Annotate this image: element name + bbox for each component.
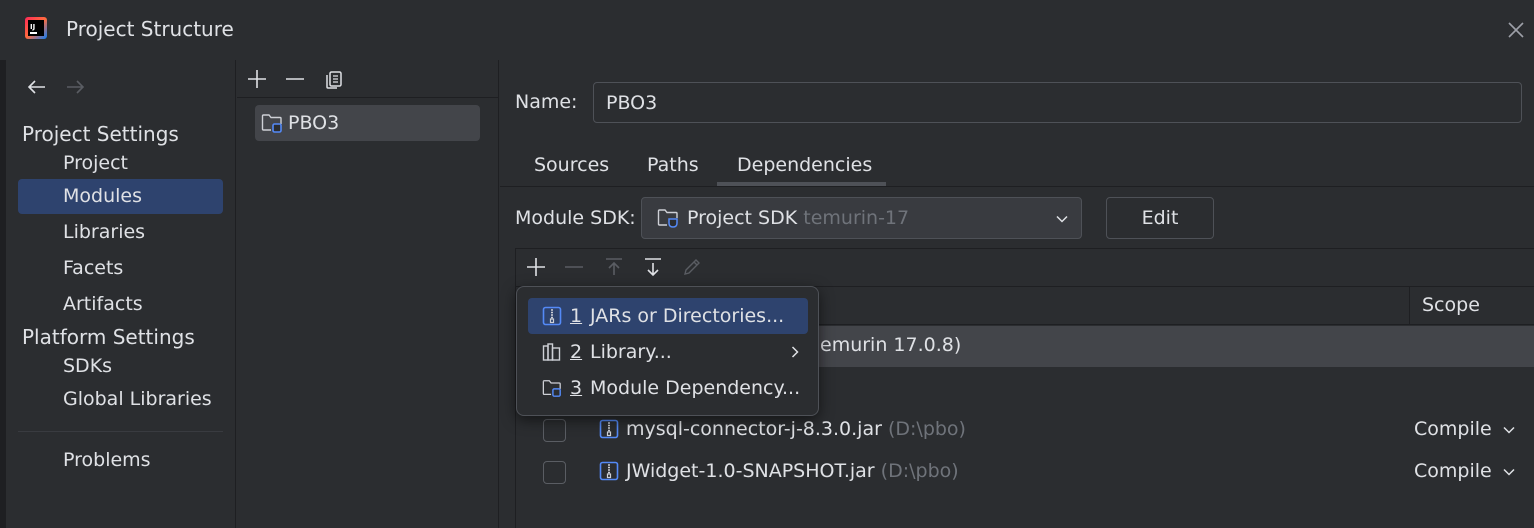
intellij-logo-icon: IJ — [25, 17, 47, 39]
module-list-toolbar — [237, 60, 498, 98]
nav-item-artifacts[interactable]: Artifacts — [18, 287, 223, 322]
arrow-down-icon — [645, 258, 661, 277]
module-name-input[interactable] — [593, 82, 1522, 123]
jar-icon — [599, 461, 619, 481]
project-settings-header: Project Settings — [22, 122, 179, 146]
sdk-folder-icon — [657, 208, 679, 228]
remove-module-button[interactable] — [284, 68, 306, 90]
chevron-down-icon[interactable] — [1502, 465, 1516, 479]
move-up-button[interactable] — [603, 256, 625, 278]
export-checkbox[interactable] — [543, 419, 566, 442]
svg-text:IJ: IJ — [30, 23, 35, 31]
copy-icon — [326, 71, 342, 89]
jar-path: (D:\pbo) — [887, 418, 966, 440]
name-label: Name: — [515, 91, 578, 113]
nav-item-project[interactable]: Project — [18, 146, 223, 181]
back-button[interactable] — [25, 75, 49, 99]
menu-item-jars-or-directories[interactable]: 1 JARs or Directories... — [528, 298, 808, 334]
tab-dependencies[interactable]: Dependencies — [737, 154, 872, 176]
sdk-selected-value: Project SDK temurin-17 — [687, 207, 909, 229]
menu-label: Module Dependency... — [590, 377, 801, 399]
remove-dependency-button[interactable] — [563, 256, 585, 278]
module-list-panel: PBO3 — [237, 60, 499, 528]
library-icon — [542, 342, 562, 362]
sdk-value: Project SDK — [687, 207, 798, 229]
window-title: Project Structure — [66, 17, 234, 41]
menu-label: Library... — [590, 341, 672, 363]
column-separator — [1409, 287, 1410, 325]
scope-column-header[interactable]: Scope — [1422, 294, 1480, 316]
jar-icon — [542, 306, 562, 326]
add-dependency-button[interactable] — [525, 256, 547, 278]
dependency-name: JWidget-1.0-SNAPSHOT.jar (D:\pbo) — [626, 460, 959, 482]
sdk-hint: temurin-17 — [803, 207, 910, 229]
nav-item-problems[interactable]: Problems — [18, 443, 223, 478]
jar-path: (D:\pbo) — [880, 460, 959, 482]
menu-label: JARs or Directories... — [590, 305, 785, 327]
chevron-right-icon — [788, 345, 802, 359]
nav-item-sdks[interactable]: SDKs — [18, 349, 223, 384]
jar-filename: JWidget-1.0-SNAPSHOT.jar — [626, 460, 875, 482]
arrow-right-icon — [67, 80, 85, 94]
minus-icon — [286, 78, 304, 80]
chevron-down-icon — [1055, 212, 1069, 226]
jar-filename: mysql-connector-j-8.3.0.jar — [626, 418, 882, 440]
menu-item-library[interactable]: 2 Library... — [528, 334, 808, 370]
tab-paths[interactable]: Paths — [647, 154, 699, 176]
nav-divider — [18, 431, 223, 432]
module-sdk-label: Module SDK: — [515, 207, 636, 229]
title-bar: IJ Project Structure — [0, 0, 1534, 60]
nav-item-libraries[interactable]: Libraries — [18, 215, 223, 250]
arrow-left-icon — [27, 80, 45, 94]
minus-icon — [565, 266, 583, 268]
module-folder-icon — [261, 113, 283, 133]
pencil-icon — [684, 259, 700, 275]
edit-sdk-button[interactable]: Edit — [1106, 197, 1214, 239]
copy-module-button[interactable] — [324, 68, 346, 90]
edit-dependency-button[interactable] — [681, 256, 703, 278]
close-icon — [1508, 22, 1524, 38]
module-list-item[interactable]: PBO3 — [255, 105, 480, 141]
export-checkbox[interactable] — [543, 461, 566, 484]
menu-mnemonic: 1 — [570, 305, 583, 327]
forward-button[interactable] — [63, 75, 87, 99]
sdk-dependency-label: emurin 17.0.8) — [820, 334, 962, 356]
nav-item-modules[interactable]: Modules — [18, 179, 223, 214]
close-button[interactable] — [1498, 12, 1534, 48]
arrow-up-icon — [606, 258, 622, 275]
module-sdk-dropdown[interactable]: Project SDK temurin-17 — [641, 197, 1082, 239]
add-module-button[interactable] — [246, 68, 268, 90]
nav-item-global-libraries[interactable]: Global Libraries — [18, 382, 223, 417]
chevron-down-icon[interactable] — [1502, 423, 1516, 437]
nav-item-facets[interactable]: Facets — [18, 251, 223, 286]
scope-value[interactable]: Compile — [1414, 418, 1492, 440]
dependencies-toolbar — [516, 249, 1534, 287]
menu-item-module-dependency[interactable]: 3 Module Dependency... — [528, 370, 808, 406]
module-folder-icon — [542, 378, 562, 398]
module-name-label: PBO3 — [288, 112, 340, 134]
add-dependency-popup: 1 JARs or Directories... 2 Library... 3 … — [516, 286, 819, 416]
dependency-row[interactable]: JWidget-1.0-SNAPSHOT.jar (D:\pbo) Compil… — [516, 451, 1534, 493]
move-down-button[interactable] — [642, 256, 664, 278]
platform-settings-header: Platform Settings — [22, 325, 195, 349]
scope-value[interactable]: Compile — [1414, 460, 1492, 482]
tab-sources[interactable]: Sources — [534, 154, 609, 176]
settings-sidebar: Project Settings Project Modules Librari… — [6, 60, 236, 528]
plus-icon — [248, 70, 266, 88]
menu-mnemonic: 3 — [570, 377, 583, 399]
jar-icon — [599, 419, 619, 439]
plus-icon — [527, 258, 545, 276]
menu-mnemonic: 2 — [570, 341, 583, 363]
tabs-divider — [500, 186, 1534, 187]
dependency-name: mysql-connector-j-8.3.0.jar (D:\pbo) — [626, 418, 966, 440]
